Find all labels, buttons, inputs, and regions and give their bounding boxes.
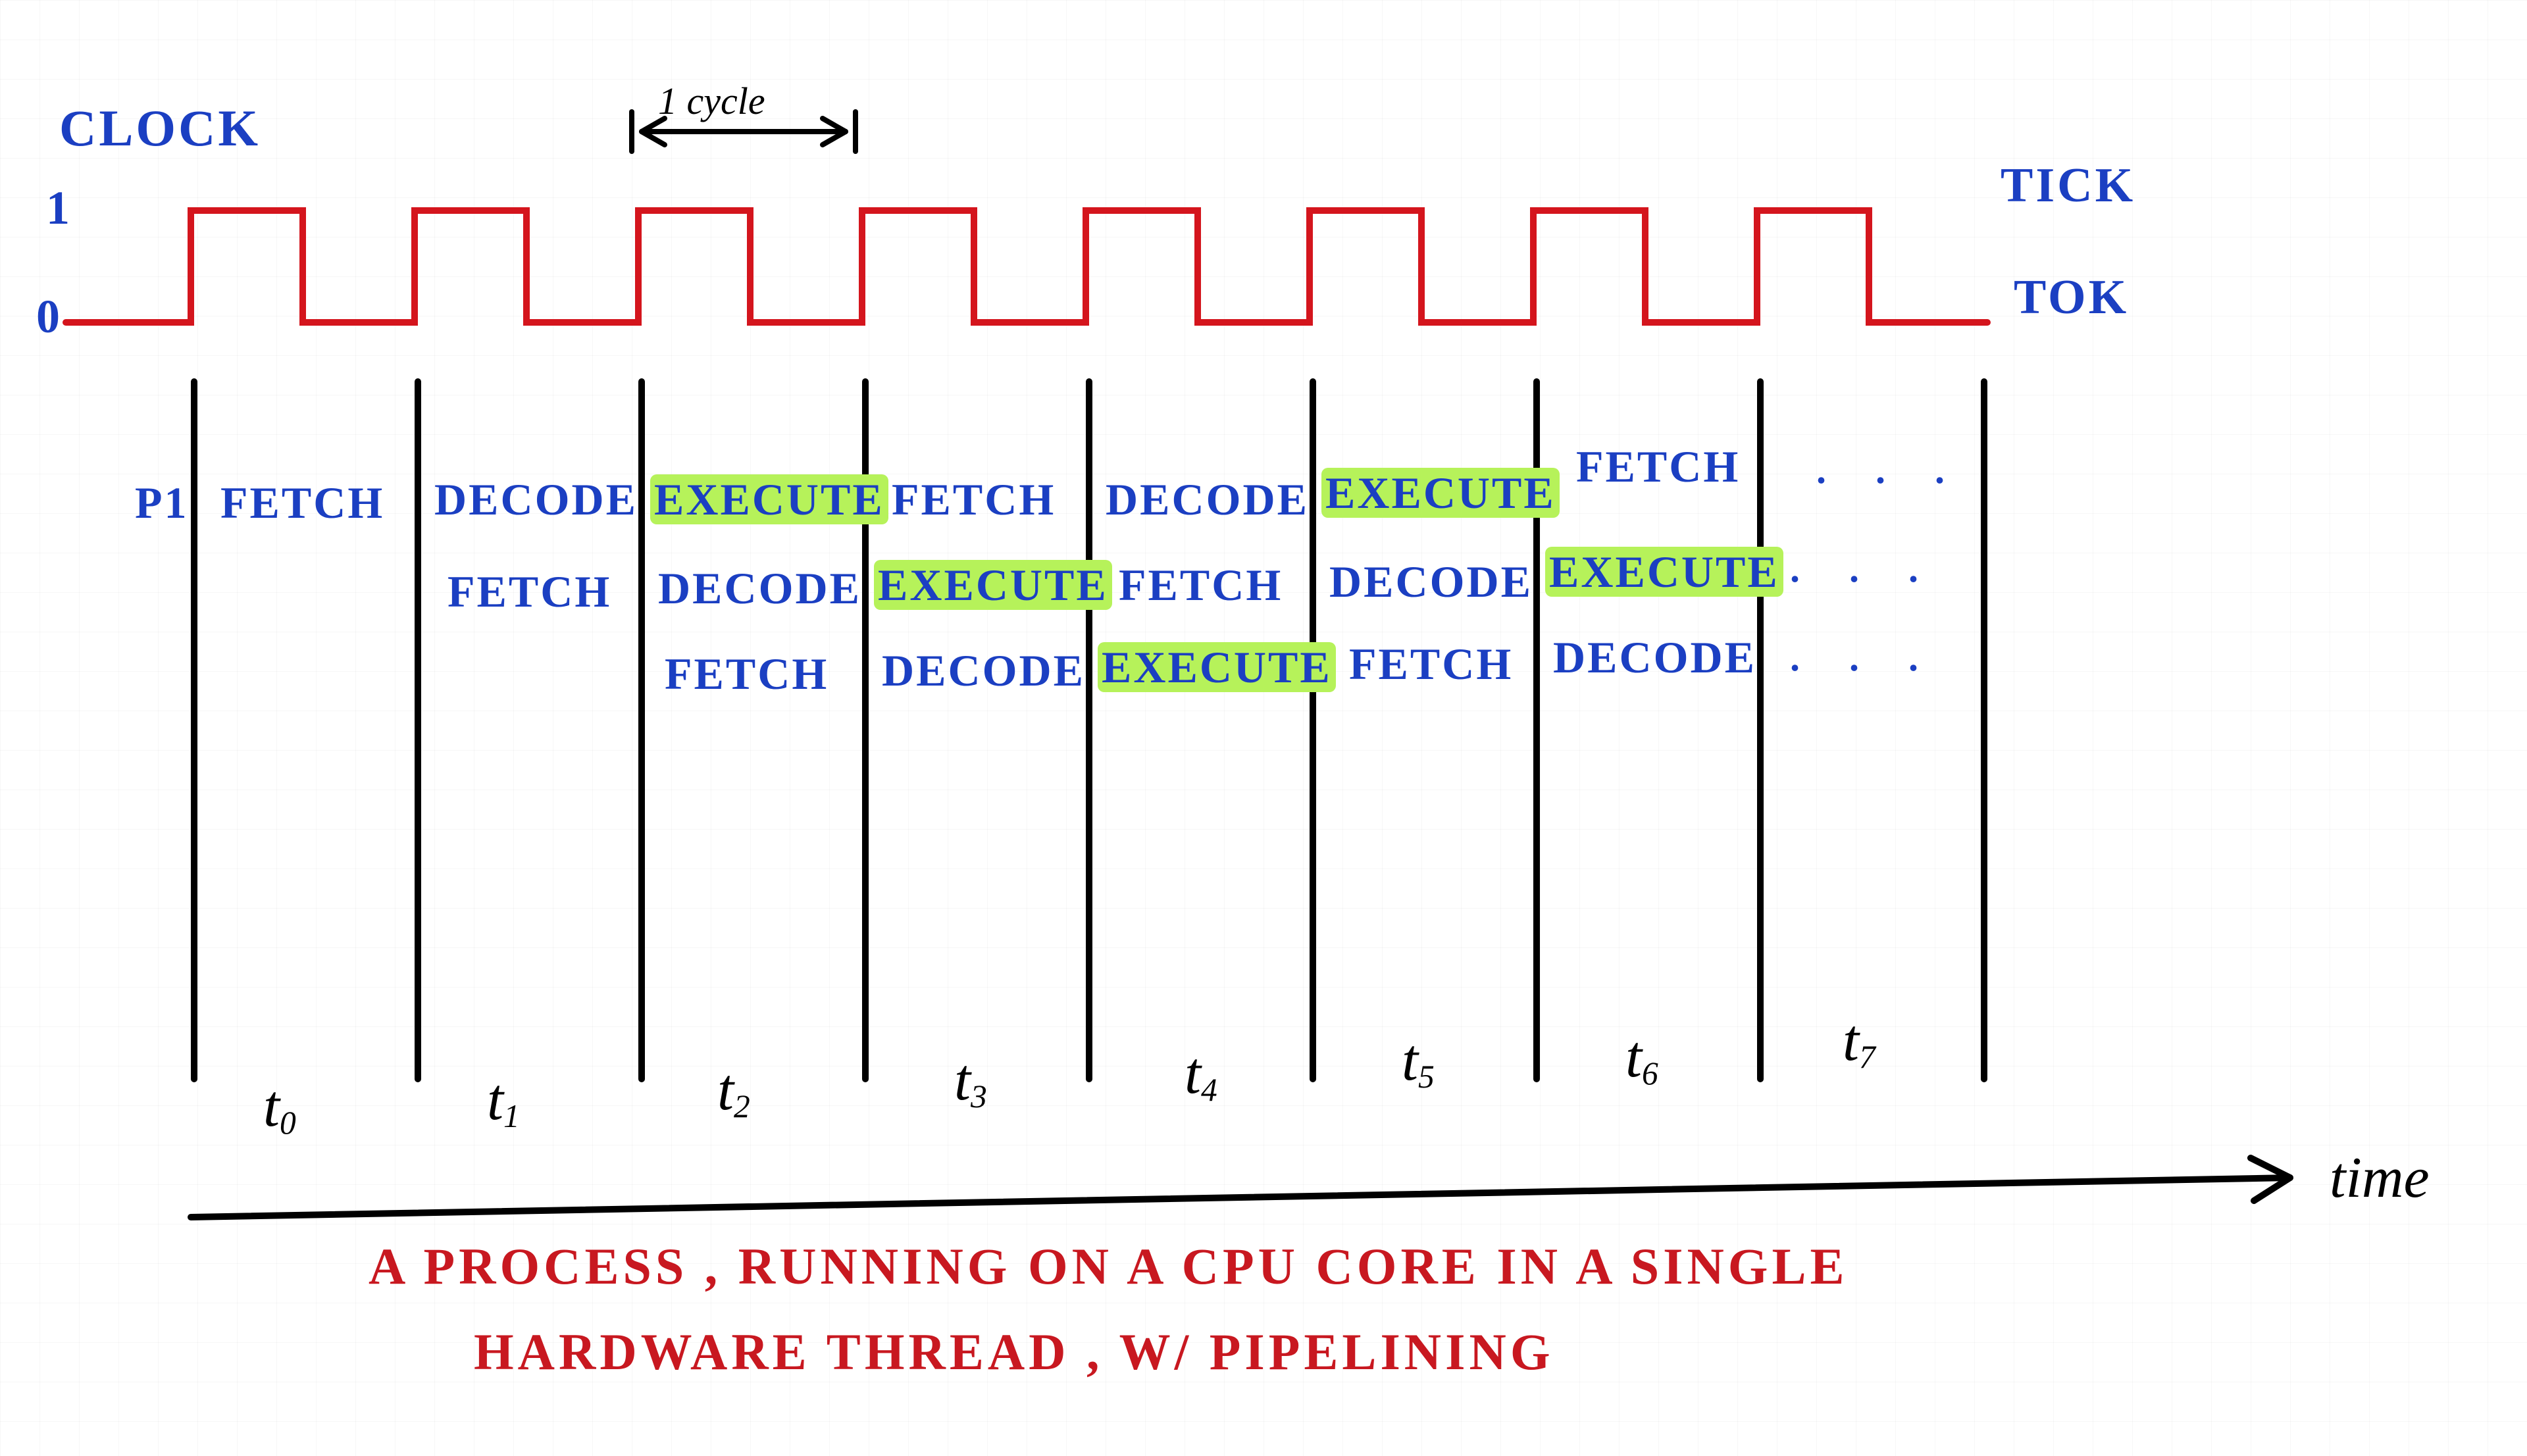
time-axis-label: time xyxy=(2330,1145,2430,1211)
caption-line-2: HARDWARE THREAD , W/ PIPELINING xyxy=(474,1322,1554,1382)
caption-line-1: A PROCESS , RUNNING ON A CPU CORE IN A S… xyxy=(369,1237,1849,1296)
